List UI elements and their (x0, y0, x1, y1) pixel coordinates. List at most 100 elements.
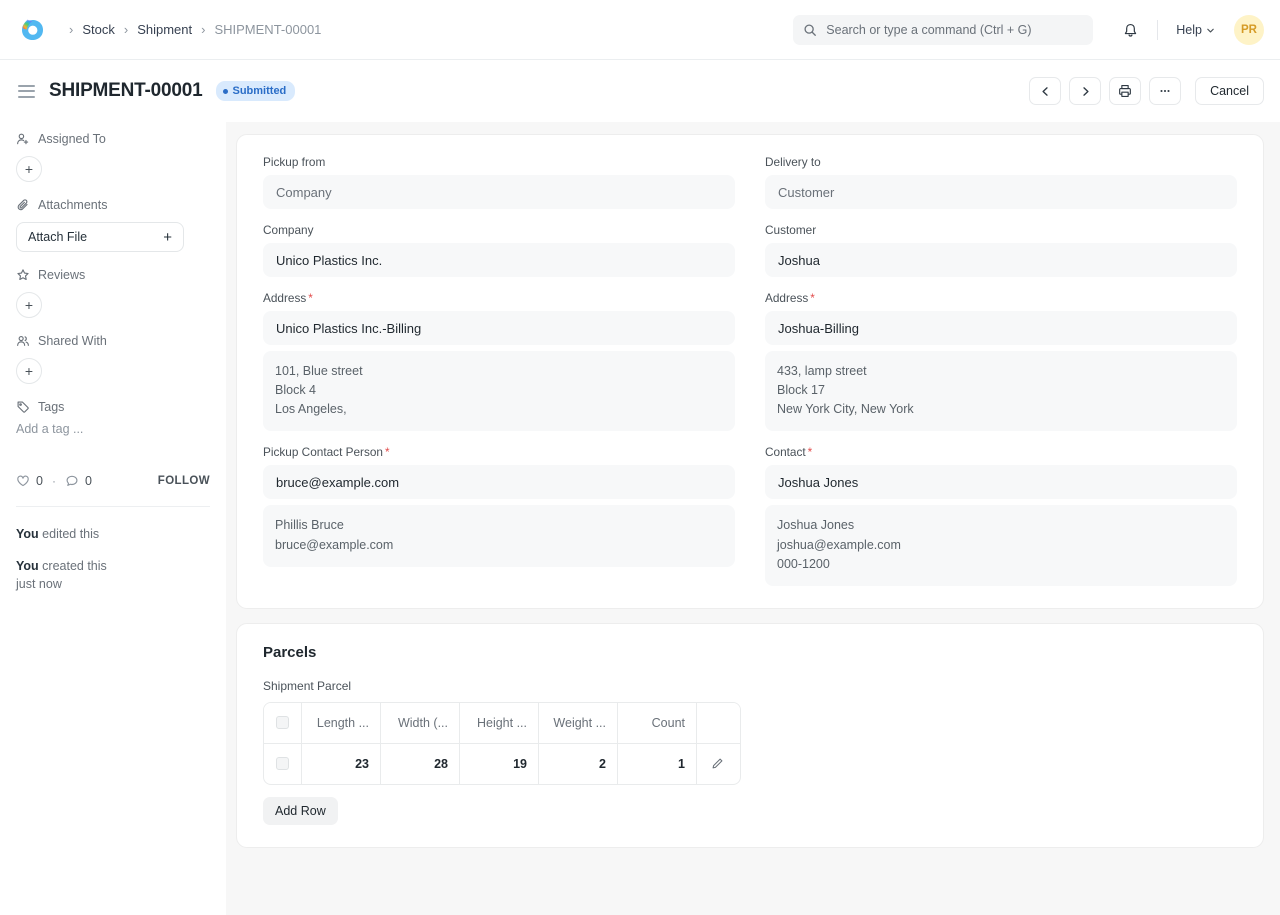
attach-file-button[interactable]: Attach File + (16, 222, 184, 252)
bell-icon (1122, 22, 1139, 39)
breadcrumb-separator: › (124, 22, 128, 37)
column-header-height[interactable]: Height ... (460, 703, 539, 743)
sidebar-section-reviews: Reviews + (16, 268, 210, 318)
chevron-left-icon (1040, 86, 1051, 97)
cell-width[interactable]: 28 (381, 744, 460, 784)
pencil-icon (711, 757, 724, 770)
select-all-cell (264, 703, 302, 743)
breadcrumb-item-shipment[interactable]: Shipment (137, 22, 192, 37)
print-button[interactable] (1109, 77, 1141, 105)
top-navbar: › Stock › Shipment › SHIPMENT-00001 Sear… (0, 0, 1280, 60)
field-pickup-from: Pickup from Company (263, 155, 735, 209)
add-tag-input[interactable]: Add a tag ... (16, 422, 210, 436)
sidebar-section-shared-with: Shared With + (16, 334, 210, 384)
row-edit-cell (697, 744, 737, 784)
search-placeholder: Search or type a command (Ctrl + G) (826, 23, 1031, 37)
pickup-from-input[interactable]: Company (263, 175, 735, 209)
address-line: Block 4 (275, 381, 723, 400)
navbar-right-group: Search or type a command (Ctrl + G) Help… (793, 0, 1264, 60)
hamburger-line (18, 90, 35, 92)
attach-file-label: Attach File (28, 230, 87, 244)
app-logo[interactable] (16, 13, 50, 47)
chevron-right-icon (1080, 86, 1091, 97)
previous-document-button[interactable] (1029, 77, 1061, 105)
ellipsis-icon (1158, 84, 1172, 98)
add-assignment-button[interactable]: + (16, 156, 42, 182)
cell-weight[interactable]: 2 (539, 744, 618, 784)
help-menu-button[interactable]: Help (1170, 19, 1221, 41)
page-header: SHIPMENT-00001 Submitted Ca (0, 60, 1280, 122)
delivery-to-input[interactable]: Customer (765, 175, 1237, 209)
comment-icon (65, 474, 79, 488)
shipment-parcel-table: Length ... Width (... Height ... Weight … (263, 702, 741, 785)
status-badge-label: Submitted (233, 85, 287, 97)
search-input[interactable]: Search or type a command (Ctrl + G) (793, 15, 1093, 45)
delivery-address-input[interactable]: Joshua-Billing (765, 311, 1237, 345)
user-avatar[interactable]: PR (1234, 15, 1264, 45)
delivery-address-label-text: Address (765, 291, 808, 305)
contact-line: Joshua Jones (777, 516, 1225, 535)
address-line: Block 17 (777, 381, 1225, 400)
search-icon (803, 23, 817, 37)
add-review-button[interactable]: + (16, 292, 42, 318)
required-asterisk: * (810, 291, 815, 305)
select-all-checkbox[interactable] (276, 716, 289, 729)
assigned-to-header: Assigned To (16, 132, 210, 146)
like-button[interactable]: 0 (16, 474, 43, 488)
delivery-contact-input[interactable]: Joshua Jones (765, 465, 1237, 499)
delivery-contact-label-text: Contact (765, 445, 806, 459)
printer-icon (1118, 84, 1132, 98)
contact-line: bruce@example.com (275, 536, 723, 555)
pickup-address-input[interactable]: Unico Plastics Inc.-Billing (263, 311, 735, 345)
company-label: Company (263, 223, 735, 237)
cell-length[interactable]: 23 (302, 744, 381, 784)
field-delivery-address: Address* Joshua-Billing (765, 291, 1237, 345)
row-select-cell (264, 744, 302, 784)
table-row[interactable]: 23 28 19 2 1 (264, 744, 740, 784)
social-separator: · (52, 474, 56, 488)
assigned-to-label: Assigned To (38, 132, 106, 146)
column-header-weight[interactable]: Weight ... (539, 703, 618, 743)
shared-with-header: Shared With (16, 334, 210, 348)
pickup-address-label: Address* (263, 291, 735, 305)
pickup-contact-input[interactable]: bruce@example.com (263, 465, 735, 499)
company-input[interactable]: Unico Plastics Inc. (263, 243, 735, 277)
add-row-button[interactable]: Add Row (263, 797, 338, 825)
chevron-down-icon (1206, 26, 1215, 35)
more-options-button[interactable] (1149, 77, 1181, 105)
required-asterisk: * (808, 445, 813, 459)
row-checkbox[interactable] (276, 757, 289, 770)
add-share-button[interactable]: + (16, 358, 42, 384)
edit-row-button[interactable] (711, 757, 724, 770)
next-document-button[interactable] (1069, 77, 1101, 105)
status-badge: Submitted (216, 81, 296, 101)
delivery-contact-label: Contact* (765, 445, 1237, 459)
address-line: Los Angeles, (275, 400, 723, 419)
activity-text: created this (39, 559, 107, 573)
activity-actor: You (16, 559, 39, 573)
comment-button[interactable]: 0 (65, 474, 92, 488)
column-header-count[interactable]: Count (618, 703, 697, 743)
column-header-width[interactable]: Width (... (381, 703, 460, 743)
activity-created: You created this just now (16, 557, 210, 593)
field-pickup-address: Address* Unico Plastics Inc.-Billing (263, 291, 735, 345)
breadcrumb-item-stock[interactable]: Stock (82, 22, 115, 37)
help-label: Help (1176, 23, 1202, 37)
cell-count[interactable]: 1 (618, 744, 697, 784)
field-delivery-to: Delivery to Customer (765, 155, 1237, 209)
sidebar-toggle-button[interactable] (16, 81, 37, 102)
attachments-label: Attachments (38, 198, 107, 212)
notifications-button[interactable] (1115, 15, 1145, 45)
cell-height[interactable]: 19 (460, 744, 539, 784)
column-header-length[interactable]: Length ... (302, 703, 381, 743)
cancel-button[interactable]: Cancel (1195, 77, 1264, 105)
customer-input[interactable]: Joshua (765, 243, 1237, 277)
field-delivery-contact: Contact* Joshua Jones (765, 445, 1237, 499)
reviews-header: Reviews (16, 268, 210, 282)
sidebar-section-tags: Tags Add a tag ... (16, 400, 210, 436)
page-body: Assigned To + Attachments Attach File + (0, 122, 1280, 915)
breadcrumb-separator: › (69, 22, 73, 37)
follow-button[interactable]: FOLLOW (158, 475, 210, 487)
shipment-parcel-label: Shipment Parcel (263, 679, 1237, 693)
page-actions: Cancel (1029, 60, 1264, 122)
